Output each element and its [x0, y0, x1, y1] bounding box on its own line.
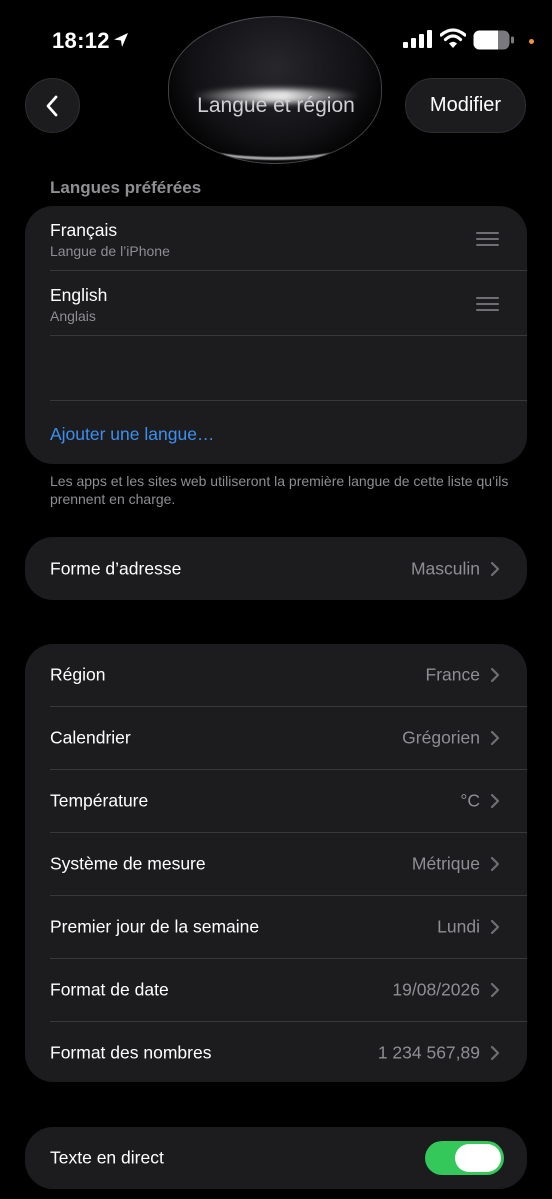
location-arrow-icon	[114, 33, 128, 47]
chevron-right-icon	[490, 919, 500, 935]
row-calendar[interactable]: Calendrier Grégorien	[50, 707, 502, 769]
language-name: Français	[50, 220, 118, 240]
row-label: Texte en direct	[50, 1147, 164, 1168]
row-region[interactable]: Région France	[50, 644, 502, 706]
back-button[interactable]	[25, 78, 80, 133]
live-text-card: Texte en direct	[25, 1127, 527, 1189]
edit-button[interactable]: Modifier	[405, 78, 526, 133]
chevron-right-icon	[490, 982, 500, 998]
privacy-indicator-dot	[529, 39, 534, 44]
title-bubble	[168, 16, 382, 164]
chevron-left-icon	[46, 95, 58, 117]
row-value: Grégorien	[402, 727, 480, 748]
chevron-right-icon	[490, 667, 500, 683]
languages-footnote: Les apps et les sites web utiliseront la…	[50, 473, 509, 507]
navigation-bar: Langue et région Modifier	[0, 16, 552, 164]
row-label: Système de mesure	[50, 853, 206, 874]
row-value: Métrique	[411, 853, 480, 874]
cellular-signal-icon	[403, 30, 432, 48]
add-language-link[interactable]: Ajouter une langue…	[50, 424, 214, 445]
chevron-right-icon	[490, 856, 500, 872]
language-subtitle: Langue de l’iPhone	[50, 243, 170, 259]
row-label: Calendrier	[50, 727, 131, 748]
preferred-languages-card: Français Langue de l’iPhone English Angl…	[25, 206, 527, 464]
row-date-format[interactable]: Format de date 19/08/2026	[50, 959, 502, 1021]
divider	[50, 400, 527, 401]
reorder-handle-icon[interactable]	[476, 297, 499, 315]
status-time: 18:12	[52, 28, 110, 53]
chevron-right-icon	[490, 561, 500, 576]
toggle-knob	[455, 1144, 501, 1172]
language-row-francais[interactable]: Français Langue de l’iPhone	[50, 206, 502, 270]
reorder-handle-icon[interactable]	[476, 232, 499, 250]
row-label: Format de date	[50, 979, 169, 1000]
language-name: English	[50, 285, 108, 305]
divider	[50, 335, 527, 336]
chevron-right-icon	[490, 1045, 500, 1061]
row-label: Format des nombres	[50, 1042, 212, 1063]
battery-icon	[473, 30, 514, 50]
region-settings-card: Région France Calendrier Grégorien Tempé…	[25, 644, 527, 1082]
row-live-text: Texte en direct	[50, 1127, 504, 1189]
row-first-weekday[interactable]: Premier jour de la semaine Lundi	[50, 896, 502, 958]
section-header-preferred-languages: Langues préférées	[50, 178, 202, 197]
row-value: Lundi	[437, 916, 480, 937]
row-label: Forme d’adresse	[50, 558, 182, 578]
row-value: Masculin	[410, 558, 480, 578]
row-value: 1 234 567,89	[377, 1042, 480, 1063]
row-address-form[interactable]: Forme d’adresse Masculin	[50, 537, 502, 600]
row-value: France	[425, 664, 480, 685]
row-measurement-system[interactable]: Système de mesure Métrique	[50, 833, 502, 895]
row-label: Température	[50, 790, 149, 811]
language-row-english[interactable]: English Anglais	[50, 271, 502, 335]
row-label: Région	[50, 664, 106, 685]
row-label: Premier jour de la semaine	[50, 916, 260, 937]
wifi-icon	[440, 28, 466, 48]
chevron-right-icon	[490, 730, 500, 746]
live-text-toggle[interactable]	[425, 1141, 504, 1175]
address-form-card: Forme d’adresse Masculin	[25, 537, 527, 600]
row-temperature[interactable]: Température °C	[50, 770, 502, 832]
row-value: °C	[460, 790, 480, 811]
row-number-format[interactable]: Format des nombres 1 234 567,89	[50, 1022, 502, 1084]
chevron-right-icon	[490, 793, 500, 809]
row-value: 19/08/2026	[392, 979, 480, 1000]
language-subtitle: Anglais	[50, 308, 96, 324]
